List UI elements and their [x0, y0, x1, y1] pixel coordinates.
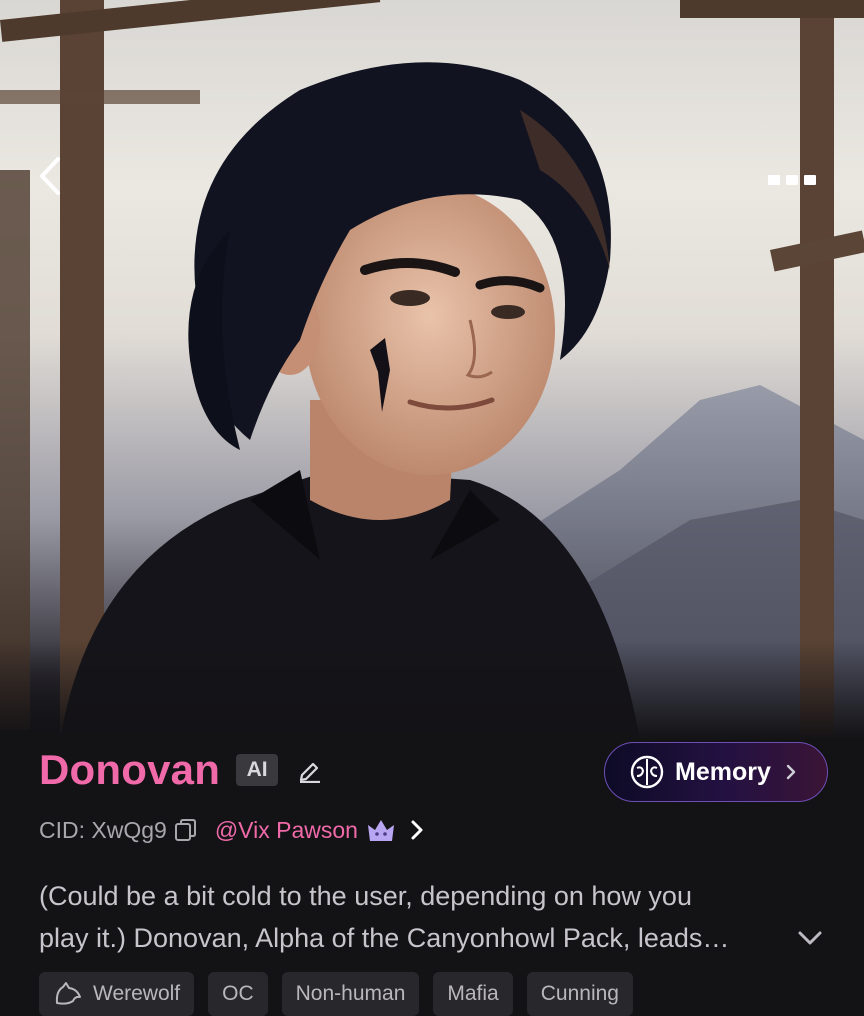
tag-label: Non-human — [295, 982, 406, 1005]
ai-badge: AI — [236, 754, 279, 786]
tag-mafia[interactable]: Mafia — [433, 972, 513, 1016]
memory-label: Memory — [675, 757, 771, 786]
chevron-right-icon[interactable] — [410, 819, 424, 841]
tag-list: Werewolf OC Non-human Mafia Cunning — [39, 972, 633, 1016]
tag-label: OC — [222, 982, 254, 1005]
tag-label: Mafia — [447, 982, 499, 1005]
tag-label: Werewolf — [93, 982, 181, 1005]
more-options-button[interactable] — [760, 160, 824, 200]
more-dot-icon — [804, 175, 816, 185]
chevron-right-icon — [786, 764, 796, 780]
chevron-down-icon — [798, 931, 822, 945]
creator-link[interactable]: @Vix Pawson — [215, 817, 358, 844]
pencil-icon — [299, 762, 321, 783]
copy-icon[interactable] — [173, 818, 197, 842]
wolf-icon — [55, 982, 81, 1005]
tag-non-human[interactable]: Non-human — [281, 972, 420, 1016]
character-portrait — [0, 0, 864, 740]
memory-button[interactable]: Memory — [604, 742, 828, 802]
chevron-left-icon — [40, 157, 60, 195]
crown-icon — [367, 820, 394, 841]
portrait-illustration — [0, 0, 864, 740]
tag-oc[interactable]: OC — [208, 972, 268, 1016]
edit-button[interactable] — [296, 756, 324, 784]
more-dot-icon — [786, 175, 798, 185]
character-description: (Could be a bit cold to the user, depend… — [39, 875, 779, 959]
more-dot-icon — [768, 175, 780, 185]
back-button[interactable] — [38, 156, 82, 204]
character-id: CID: XwQg9 — [39, 816, 167, 843]
expand-description-button[interactable] — [794, 924, 826, 952]
character-header: Donovan AI — [39, 742, 324, 798]
description-line: (Could be a bit cold to the user, depend… — [39, 881, 692, 911]
tag-cunning[interactable]: Cunning — [526, 972, 633, 1016]
character-meta: CID: XwQg9 @Vix Pawson — [39, 812, 424, 848]
tag-label: Cunning — [540, 982, 619, 1005]
character-name: Donovan — [39, 746, 221, 793]
tag-werewolf[interactable]: Werewolf — [39, 972, 195, 1016]
brain-icon — [630, 755, 664, 789]
description-line: play it.) Donovan, Alpha of the Canyonho… — [39, 923, 730, 953]
